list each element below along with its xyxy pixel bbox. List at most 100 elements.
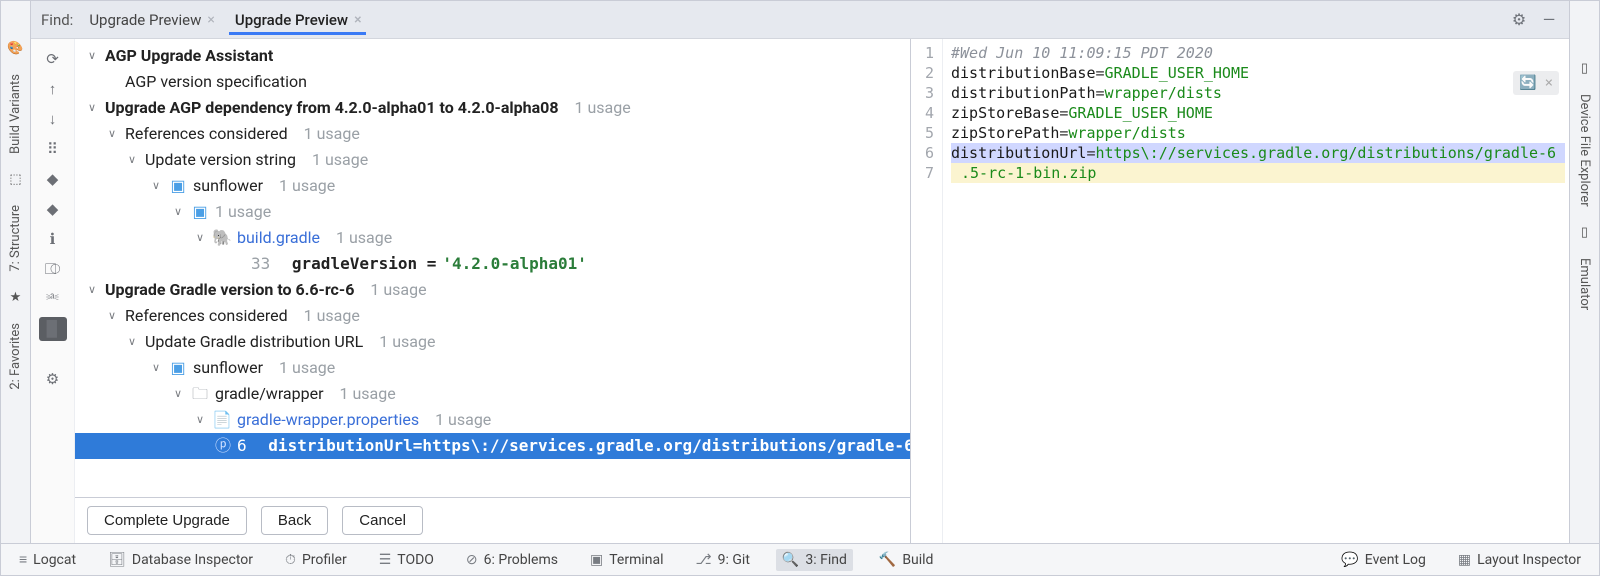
status-terminal[interactable]: ▣Terminal	[584, 549, 670, 571]
emulator-tool[interactable]: Emulator	[1577, 258, 1592, 310]
preview-icon[interactable]: ▉	[39, 317, 67, 341]
tree-section-gradle-ver[interactable]: ∨ Upgrade Gradle version to 6.6-rc-6 1 u…	[75, 277, 910, 303]
settings-icon[interactable]: ⚙	[39, 367, 67, 391]
chevron-down-icon[interactable]: ∨	[149, 173, 163, 199]
favorites-tool[interactable]: 2: Favorites	[8, 323, 23, 390]
tree-update-dist-url[interactable]: ∨ Update Gradle distribution URL 1 usage	[75, 329, 910, 355]
tree-build-gradle[interactable]: ∨ 🐘 build.gradle 1 usage	[75, 225, 910, 251]
tab-upgrade-preview-1[interactable]: Upgrade Preview ×	[83, 5, 219, 35]
find-results-tree[interactable]: ∨ AGP Upgrade Assistant AGP version spec…	[75, 39, 910, 497]
chevron-down-icon[interactable]: ∨	[125, 147, 139, 173]
close-icon[interactable]: ×	[207, 12, 214, 28]
chevron-down-icon[interactable]: ∨	[193, 225, 207, 251]
tree-submodule-1[interactable]: ∨ ▣ 1 usage	[75, 199, 910, 225]
reload-icon[interactable]: 🔄	[1519, 73, 1536, 93]
structure-tool[interactable]: 7: Structure	[8, 205, 23, 272]
status-problems[interactable]: ⊘6: Problems	[460, 549, 564, 571]
layout-inspector-icon: ▦	[1458, 552, 1471, 568]
cancel-button[interactable]: Cancel	[342, 506, 423, 535]
status-find[interactable]: 🔍3: Find	[776, 549, 853, 571]
chevron-down-icon[interactable]: ∨	[171, 381, 185, 407]
favorites-icon: ★	[10, 290, 22, 305]
tree-code-line-1[interactable]: 33 gradleVersion = '4.2.0-alpha01'	[75, 251, 910, 277]
build-variants-tool[interactable]: Build Variants	[8, 74, 23, 154]
status-layout-inspector[interactable]: ▦Layout Inspector	[1452, 549, 1587, 571]
chevron-down-icon[interactable]: ∨	[125, 329, 139, 355]
right-tool-strip: ▯ Device File Explorer ▯ Emulator	[1569, 1, 1599, 543]
close-icon[interactable]: ×	[1545, 73, 1553, 93]
status-logcat[interactable]: ≡Logcat	[13, 548, 82, 571]
emulator-icon: ▯	[1581, 225, 1588, 240]
database-icon: 🗄	[108, 552, 126, 568]
chevron-down-icon[interactable]: ∨	[171, 199, 185, 225]
search-icon: 🔍	[782, 552, 799, 568]
editor-gutter: 1 2 3 4 5 6 7	[911, 39, 943, 543]
chevron-down-icon[interactable]: ∨	[105, 303, 119, 329]
tree-wrapper-dir[interactable]: ∨ 🗀 gradle/wrapper 1 usage	[75, 381, 910, 407]
find-label: Find:	[37, 11, 73, 29]
profiler-icon: ⏱	[285, 552, 296, 568]
tree-root[interactable]: ∨ AGP Upgrade Assistant	[75, 43, 910, 69]
refresh-icon[interactable]: ⟳	[39, 47, 67, 71]
find-header: Find: Upgrade Preview × Upgrade Preview …	[31, 1, 1569, 39]
editor-inspection-widget[interactable]: 🔄 ×	[1513, 71, 1559, 95]
build-icon: 🔨	[879, 552, 896, 568]
tree-wrapper-props[interactable]: ∨ 📄 gradle-wrapper.properties 1 usage	[75, 407, 910, 433]
chevron-down-icon[interactable]: ∨	[85, 277, 99, 303]
gear-icon[interactable]: ⚙	[1509, 10, 1529, 30]
property-icon: ⓟ	[215, 433, 231, 459]
terminal-icon: ▣	[590, 552, 603, 568]
module-icon: ▣	[191, 199, 209, 225]
tree-code-line-selected[interactable]: ⓟ 6 distributionUrl=https\://services.gr…	[75, 433, 910, 459]
folder-icon: 🗀	[191, 381, 209, 407]
close-icon[interactable]: ×	[354, 12, 361, 28]
status-todo[interactable]: ☰TODO	[373, 549, 440, 571]
group-icon[interactable]: ⠿	[39, 137, 67, 161]
logcat-icon: ≡	[19, 551, 27, 568]
status-build[interactable]: 🔨Build	[873, 549, 940, 571]
status-profiler[interactable]: ⏱Profiler	[279, 549, 353, 571]
device-file-explorer-tool[interactable]: Device File Explorer	[1577, 94, 1592, 207]
structure-icon: ⬚	[9, 172, 21, 187]
editor-code: #Wed Jun 10 11:09:15 PDT 2020 distributi…	[943, 39, 1569, 543]
tree-module-sunflower-1[interactable]: ∨ ▣ sunflower 1 usage	[75, 173, 910, 199]
chevron-down-icon[interactable]: ∨	[193, 407, 207, 433]
upgrade-actions: Complete Upgrade Back Cancel	[75, 497, 910, 543]
prev-icon[interactable]: ↑	[39, 77, 67, 101]
expand-all-icon[interactable]: ◆	[39, 167, 67, 191]
tree-module-sunflower-2[interactable]: ∨ ▣ sunflower 1 usage	[75, 355, 910, 381]
collapse-all-icon[interactable]: ◆	[39, 197, 67, 221]
problems-icon: ⊘	[466, 552, 478, 568]
properties-icon: 📄	[213, 407, 231, 433]
palette-icon: 🎨	[7, 41, 23, 56]
expand-icon[interactable]: ⎄	[39, 257, 67, 281]
device-icon: ▯	[1581, 61, 1588, 76]
tree-update-version-string[interactable]: ∨ Update version string 1 usage	[75, 147, 910, 173]
tree-root-sub: AGP version specification	[75, 69, 910, 95]
status-event-log[interactable]: 💬Event Log	[1335, 549, 1432, 571]
todo-icon: ☰	[379, 552, 392, 568]
find-tool-gutter: ⟳ ↑ ↓ ⠿ ◆ ◆ ℹ ⎄ ⎃ ▉ ⚙	[31, 39, 75, 543]
left-tool-strip: 🎨 Build Variants ⬚ 7: Structure ★ 2: Fav…	[1, 1, 31, 543]
info-icon[interactable]: ℹ	[39, 227, 67, 251]
collapse-icon[interactable]: ⎃	[39, 287, 67, 311]
back-button[interactable]: Back	[261, 506, 328, 535]
status-database[interactable]: 🗄Database Inspector	[102, 549, 259, 571]
next-icon[interactable]: ↓	[39, 107, 67, 131]
tree-section-agp-dep[interactable]: ∨ Upgrade AGP dependency from 4.2.0-alph…	[75, 95, 910, 121]
git-icon: ⎇	[696, 552, 712, 568]
complete-upgrade-button[interactable]: Complete Upgrade	[87, 506, 247, 535]
status-bar: ≡Logcat 🗄Database Inspector ⏱Profiler ☰T…	[1, 543, 1599, 575]
tree-refs-1[interactable]: ∨ References considered 1 usage	[75, 121, 910, 147]
tree-refs-2[interactable]: ∨ References considered 1 usage	[75, 303, 910, 329]
status-git[interactable]: ⎇9: Git	[690, 549, 756, 571]
chevron-down-icon[interactable]: ∨	[105, 121, 119, 147]
minimize-icon[interactable]: —	[1539, 10, 1559, 30]
editor-preview[interactable]: 1 2 3 4 5 6 7 #Wed Jun 10 11:09:15 PDT 2…	[911, 39, 1569, 543]
chevron-down-icon[interactable]: ∨	[149, 355, 163, 381]
tab-upgrade-preview-2[interactable]: Upgrade Preview ×	[229, 5, 366, 35]
chevron-down-icon[interactable]: ∨	[85, 95, 99, 121]
module-icon: ▣	[169, 173, 187, 199]
chevron-down-icon[interactable]: ∨	[85, 43, 99, 69]
event-log-icon: 💬	[1341, 552, 1358, 568]
